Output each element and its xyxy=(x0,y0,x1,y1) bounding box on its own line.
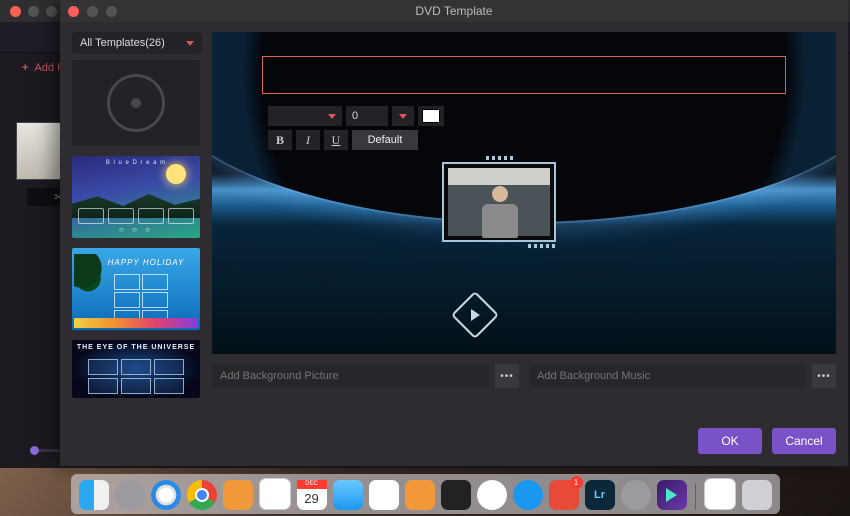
video-thumbnail xyxy=(448,168,550,236)
dock-app-icon[interactable]: 1 xyxy=(549,480,579,510)
modal-header: DVD Template xyxy=(60,0,848,22)
dock-calendar-icon[interactable]: DEC 29 xyxy=(297,480,327,510)
dock-settings-icon[interactable] xyxy=(621,480,651,510)
progress-knob[interactable] xyxy=(30,446,39,455)
browse-music-button[interactable]: ••• xyxy=(812,364,836,388)
template-card-eye-universe[interactable]: THE EYE OF THE UNIVERSE xyxy=(72,340,200,398)
dock-document-icon[interactable] xyxy=(704,478,736,510)
modal-title: DVD Template xyxy=(60,4,848,18)
caret-down-icon xyxy=(328,114,336,119)
macos-dock: DEC 29 1 Lr xyxy=(0,472,850,516)
dock-launchpad-icon[interactable] xyxy=(115,480,145,510)
font-color-picker[interactable] xyxy=(418,106,444,126)
modal-footer: OK Cancel xyxy=(60,414,848,466)
browse-picture-button[interactable]: ••• xyxy=(495,364,519,388)
dock-photos-icon[interactable] xyxy=(477,480,507,510)
badge: 1 xyxy=(570,476,583,489)
plus-icon: + xyxy=(22,62,28,74)
template-label: THE EYE OF THE UNIVERSE xyxy=(72,344,200,351)
dock-lightroom-icon[interactable]: Lr xyxy=(585,480,615,510)
template-label: HAPPY HOLIDAY xyxy=(102,258,190,267)
play-button[interactable] xyxy=(458,298,492,332)
dock-app-icon[interactable] xyxy=(369,480,399,510)
modal-main: 0 B I U Default xyxy=(212,32,836,414)
default-style-button[interactable]: Default xyxy=(352,130,418,150)
cancel-button[interactable]: Cancel xyxy=(772,428,836,454)
person-graphic xyxy=(480,186,520,236)
caret-down-icon xyxy=(186,41,194,46)
font-size-dropdown[interactable] xyxy=(392,106,414,126)
dvd-template-modal: DVD Template All Templates(26) B l u e D… xyxy=(60,0,848,466)
font-size-value[interactable]: 0 xyxy=(346,106,388,126)
dock-mail-icon[interactable] xyxy=(333,480,363,510)
play-icon xyxy=(471,309,480,321)
dock-separator xyxy=(695,484,696,510)
more-icon: ••• xyxy=(500,371,514,382)
dock-terminal-icon[interactable] xyxy=(441,480,471,510)
dock-trash-icon[interactable] xyxy=(742,480,772,510)
dock-appstore-icon[interactable] xyxy=(513,480,543,510)
dock-app-icon[interactable] xyxy=(405,480,435,510)
template-card-happy-holiday[interactable]: HAPPY HOLIDAY xyxy=(72,248,200,330)
template-preview: 0 B I U Default xyxy=(212,32,836,354)
template-card-blue-dream[interactable]: B l u e D r e a m ○ ○ ○ xyxy=(72,156,200,238)
italic-button[interactable]: I xyxy=(296,130,320,150)
template-list[interactable]: B l u e D r e a m ○ ○ ○ HAPPY HOLIDAY TH… xyxy=(72,60,202,414)
background-music-input[interactable] xyxy=(529,364,806,388)
calendar-day: 29 xyxy=(297,489,327,509)
template-card-blank[interactable] xyxy=(72,60,200,146)
dock-safari-icon[interactable] xyxy=(151,480,181,510)
title-text-field[interactable] xyxy=(262,56,786,94)
background-picture-input[interactable] xyxy=(212,364,489,388)
text-format-toolbar: 0 B I U Default xyxy=(268,106,444,150)
calendar-month: DEC xyxy=(297,480,327,489)
templates-filter-label: All Templates(26) xyxy=(80,37,165,49)
font-family-dropdown[interactable] xyxy=(268,106,342,126)
pager-dots: ○ ○ ○ xyxy=(72,225,200,234)
caret-down-icon xyxy=(399,114,407,119)
more-icon: ••• xyxy=(817,371,831,382)
dock-uniconverter-icon[interactable] xyxy=(657,480,687,510)
bold-button[interactable]: B xyxy=(268,130,292,150)
dock-chrome-icon[interactable] xyxy=(187,480,217,510)
dock-app-icon[interactable] xyxy=(223,480,253,510)
dock-notes-icon[interactable] xyxy=(259,478,291,510)
color-swatch xyxy=(422,109,440,123)
dock-finder-icon[interactable] xyxy=(79,480,109,510)
underline-button[interactable]: U xyxy=(324,130,348,150)
video-chapter-frame[interactable] xyxy=(442,162,556,242)
ok-button[interactable]: OK xyxy=(698,428,762,454)
template-sidebar: All Templates(26) B l u e D r e a m ○ ○ … xyxy=(72,32,202,414)
templates-filter-dropdown[interactable]: All Templates(26) xyxy=(72,32,202,54)
disc-icon xyxy=(107,74,165,132)
